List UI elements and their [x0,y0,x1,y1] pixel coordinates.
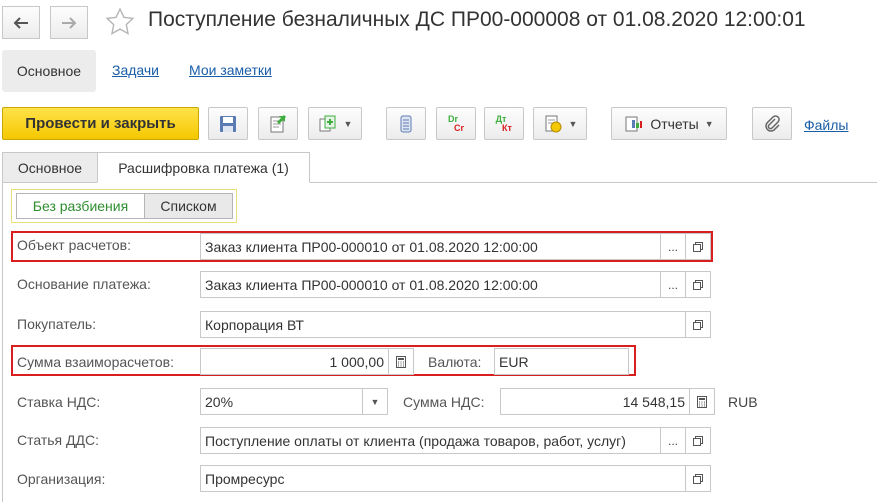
open-icon [693,279,703,290]
open-icon [693,473,703,484]
nav-item-notes[interactable]: Мои заметки [189,62,272,78]
page-title: Поступление безналичных ДС ПР00-000008 о… [148,8,806,31]
chevron-down-icon: ▼ [568,118,578,129]
settlement-object-select-button[interactable]: ... [660,233,686,260]
post-document-icon [270,114,287,132]
arrow-right-icon [62,16,77,29]
create-based-on-icon [319,115,336,131]
report-icon [625,116,643,131]
settlement-object-label: Объект расчетов: [17,237,131,253]
payment-basis-open-button[interactable] [685,271,711,298]
attach-button[interactable] [752,107,792,140]
nav-item-main[interactable]: Основное [2,50,96,92]
post-and-close-button[interactable]: Провести и закрыть [2,107,199,140]
cash-flow-item-field[interactable]: Поступление оплаты от клиента (продажа т… [200,427,661,454]
payment-basis-select-button[interactable]: ... [660,271,686,298]
document-list-button[interactable] [386,107,426,140]
chevron-down-icon: ▼ [343,118,353,129]
reports-label: Отчеты [650,115,699,132]
dt-kt-button[interactable]: Дт Кт [484,107,524,140]
vat-currency-label: RUB [728,394,758,410]
cr-label: Cr [453,122,464,133]
split-mode-list[interactable]: Списком [144,193,233,219]
buyer-label: Покупатель: [17,316,97,332]
files-link[interactable]: Файлы [804,117,848,133]
content-border [2,182,3,502]
list-icon [400,115,412,132]
cash-flow-item-select-button[interactable]: ... [660,427,686,454]
vat-amount-calculator-button[interactable] [689,388,715,415]
create-based-on-button[interactable]: ▼ [308,107,362,140]
vat-rate-label: Ставка НДС: [17,394,101,410]
buyer-open-button[interactable] [685,311,711,338]
tab-main[interactable]: Основное [2,152,98,183]
tab-payment-details[interactable]: Расшифровка платежа (1) [97,152,310,183]
vat-rate-field[interactable]: 20% [200,388,363,415]
payment-basis-field[interactable]: Заказ клиента ПР00-000010 от 01.08.2020 … [200,271,661,298]
chevron-down-icon: ▼ [704,118,714,129]
open-icon [693,435,703,446]
currency-label: Валюта: [428,354,482,370]
settlement-amount-field[interactable]: 1 000,00 [200,348,389,375]
vat-amount-field[interactable]: 14 548,15 [500,388,690,415]
cash-flow-item-open-button[interactable] [685,427,711,454]
star-icon[interactable] [104,6,136,38]
organization-field[interactable]: Промресурс [200,465,686,492]
open-icon [693,241,703,252]
settlement-object-open-button[interactable] [685,233,711,260]
back-button[interactable] [2,6,40,39]
currency-field[interactable]: EUR [494,348,629,375]
arrow-left-icon [13,16,28,29]
cash-flow-item-label: Статья ДДС: [17,432,99,448]
open-icon [693,319,703,330]
organization-open-button[interactable] [685,465,711,492]
paperclip-icon [765,114,780,132]
settlement-object-field[interactable]: Заказ клиента ПР00-000010 от 01.08.2020 … [200,233,661,260]
vat-rate-dropdown-button[interactable]: ▼ [362,388,388,415]
save-button[interactable] [208,107,248,140]
payment-basis-label: Основание платежа: [17,276,151,292]
kt-label: Кт [502,122,512,133]
vat-amount-label: Сумма НДС: [403,394,485,410]
split-mode-toggle: Без разбиения Списком [11,189,237,223]
forward-button[interactable] [50,6,88,39]
settlement-amount-calculator-button[interactable] [388,348,414,375]
floppy-disk-icon [220,115,236,132]
post-button[interactable] [258,107,298,140]
chevron-down-icon: ▼ [370,396,380,407]
dr-cr-button[interactable]: Dr Cr [436,107,476,140]
buyer-field[interactable]: Корпорация ВТ [200,311,686,338]
nav-item-tasks[interactable]: Задачи [112,62,159,78]
organization-label: Организация: [17,471,106,487]
print-button[interactable]: ▼ [533,107,587,140]
reports-button[interactable]: Отчеты ▼ [611,107,727,140]
settlement-amount-label: Сумма взаиморасчетов: [17,354,174,370]
split-mode-no-split[interactable]: Без разбиения [16,193,145,219]
print-icon [545,115,562,132]
calculator-icon [396,355,406,368]
calculator-icon [697,395,707,408]
